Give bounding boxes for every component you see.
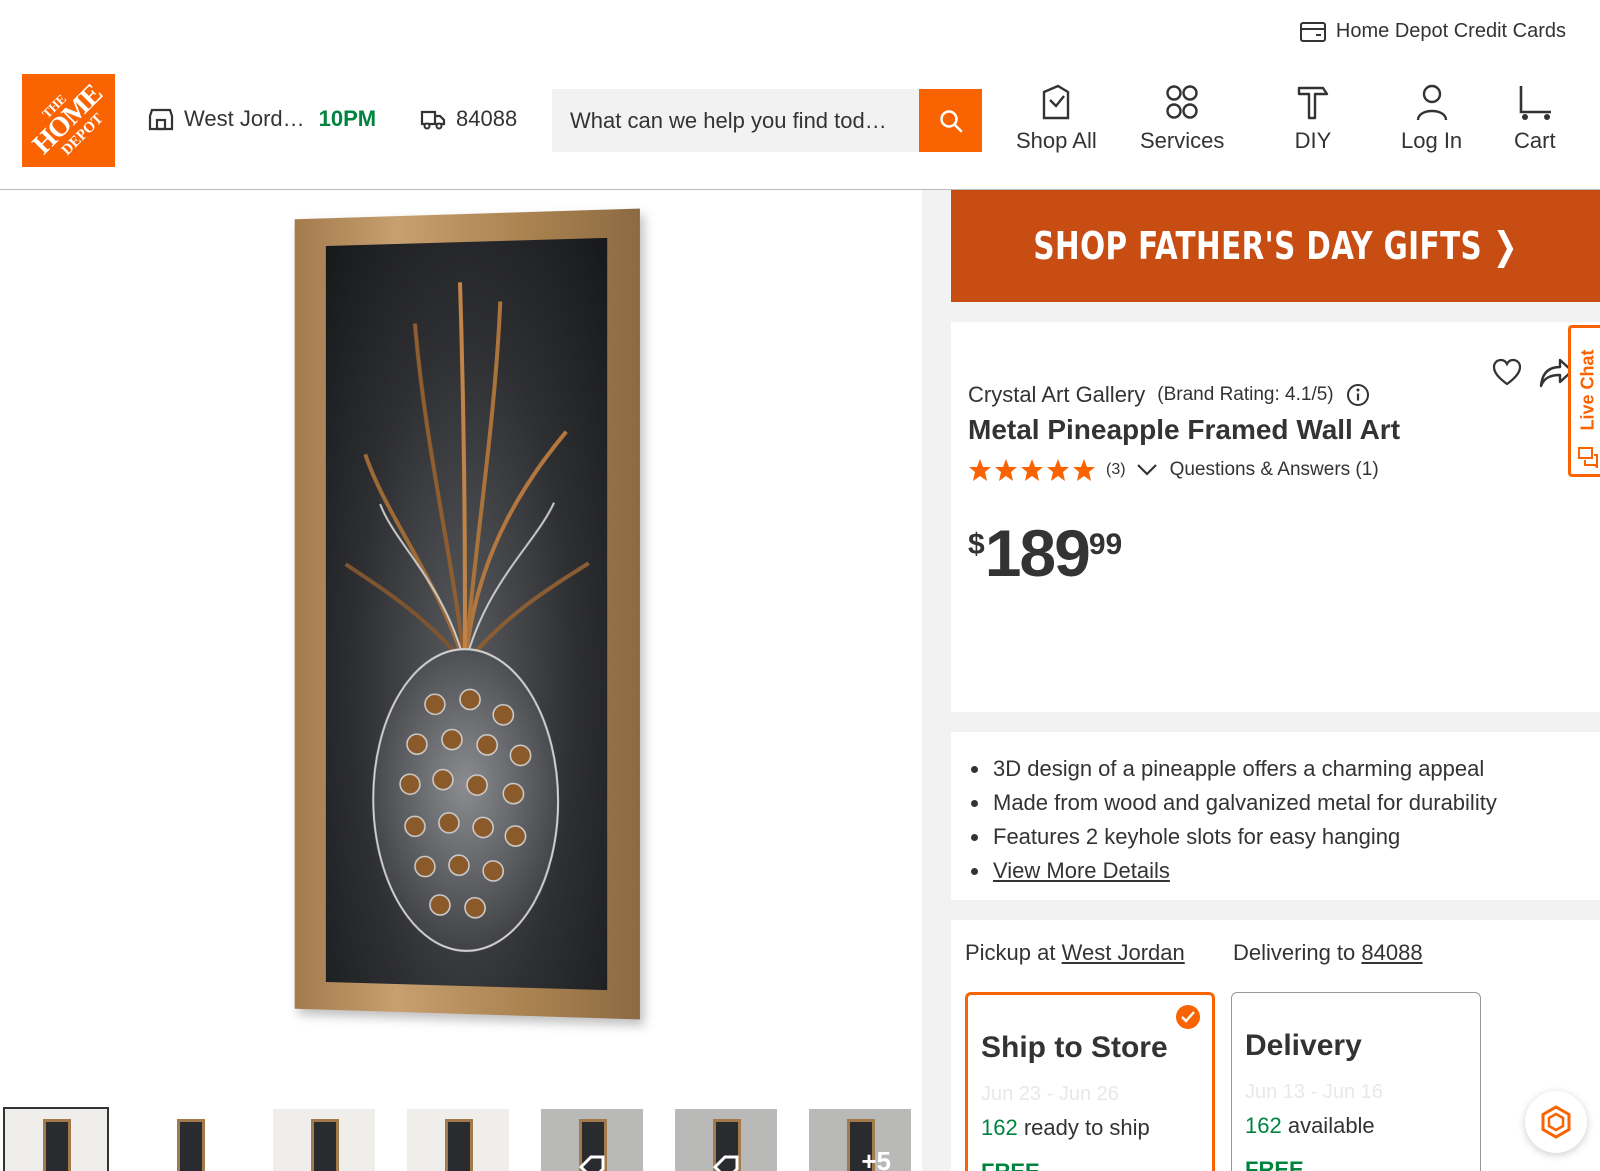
- diy-icon: [1297, 86, 1329, 120]
- search-icon: [939, 109, 962, 132]
- pickup-store-link[interactable]: West Jordan: [1062, 940, 1185, 965]
- questions-answers-link[interactable]: Questions & Answers (1): [1136, 459, 1379, 481]
- price-dollars: 189: [984, 516, 1091, 590]
- delivery-zip-selector[interactable]: 84088: [420, 106, 517, 132]
- thumbnail[interactable]: [675, 1109, 777, 1171]
- delivery-heading: Delivering to 84088: [1233, 940, 1423, 965]
- thumbnail-strip: +5: [3, 1107, 911, 1171]
- price-currency: $: [968, 528, 985, 561]
- brand-name[interactable]: Crystal Art Gallery: [968, 382, 1145, 408]
- star-rating[interactable]: [968, 458, 1096, 482]
- highlight-item: Features 2 keyhole slots for easy hangin…: [991, 820, 1600, 854]
- live-chat-tab[interactable]: Live Chat: [1568, 325, 1600, 477]
- services-icon: [1166, 85, 1198, 119]
- brand-rating: (Brand Rating: 4.1/5): [1157, 384, 1334, 405]
- info-icon[interactable]: [1346, 383, 1370, 407]
- wood-frame: [294, 208, 640, 1020]
- product-media: +5: [0, 190, 922, 1171]
- home-depot-logo[interactable]: THE HOME DEPOT: [22, 74, 115, 167]
- thumbnail[interactable]: [407, 1109, 509, 1171]
- thumbnail[interactable]: [139, 1109, 241, 1171]
- option-availability: 162 available: [1245, 1113, 1375, 1138]
- star-icon: [1021, 459, 1043, 481]
- search-button[interactable]: [919, 89, 982, 152]
- product-highlights: 3D design of a pineapple offers a charmi…: [951, 732, 1600, 900]
- zip-code: 84088: [456, 106, 518, 131]
- nav-diy[interactable]: DIY: [1293, 82, 1333, 154]
- store-name: West Jord…: [184, 106, 305, 131]
- price: $ 189 99: [968, 520, 1122, 586]
- truck-icon: [420, 110, 446, 130]
- highlight-item: 3D design of a pineapple offers a charmi…: [991, 752, 1600, 786]
- store-icon: [148, 108, 174, 131]
- pickup-heading: Pickup at West Jordan: [965, 940, 1185, 965]
- chat-bubble-icon: [1578, 447, 1598, 468]
- product-image[interactable]: [292, 208, 640, 1020]
- option-availability: 162 ready to ship: [981, 1115, 1150, 1140]
- nav-diy-label: DIY: [1294, 128, 1332, 153]
- star-icon: [1073, 459, 1095, 481]
- store-hours: 10PM: [318, 106, 377, 131]
- check-icon: [1176, 1005, 1200, 1029]
- brand-row: Crystal Art Gallery (Brand Rating: 4.1/5…: [968, 382, 1370, 408]
- nav-services-label: Services: [1140, 128, 1225, 153]
- nav-cart[interactable]: Cart: [1514, 82, 1556, 154]
- hexagon-icon: [1541, 1105, 1571, 1139]
- questions-answers-label: Questions & Answers (1): [1169, 459, 1379, 480]
- shop-all-icon: [1043, 84, 1070, 120]
- thumbnail[interactable]: [273, 1109, 375, 1171]
- credit-card-icon: [1299, 21, 1326, 42]
- nav-cart-label: Cart: [1514, 128, 1556, 153]
- heart-icon[interactable]: [1492, 358, 1522, 388]
- product-info-card: Crystal Art Gallery (Brand Rating: 4.1/5…: [951, 322, 1600, 712]
- ship-to-store-option[interactable]: Ship to Store Jun 23 - Jun 26 162 ready …: [965, 992, 1215, 1171]
- option-date: Jun 13 - Jun 16: [1245, 1081, 1383, 1103]
- nav-services[interactable]: Services: [1140, 82, 1224, 154]
- pineapple-artwork: [325, 237, 608, 991]
- site-header: THE HOME DEPOT West Jord… 10PM 84088 Sho…: [0, 72, 1600, 190]
- search-input[interactable]: [552, 89, 919, 152]
- review-count: (3): [1106, 461, 1126, 478]
- highlight-item: Made from wood and galvanized metal for …: [991, 786, 1600, 820]
- nav-shop-all[interactable]: Shop All: [1016, 82, 1097, 154]
- thumbnail[interactable]: [3, 1107, 109, 1171]
- cart-icon: [1519, 86, 1551, 120]
- help-assistant-button[interactable]: [1525, 1091, 1587, 1153]
- star-icon: [995, 459, 1017, 481]
- tag-icon: [712, 1155, 739, 1171]
- delivery-zip-link[interactable]: 84088: [1361, 940, 1422, 965]
- live-chat-label: Live Chat: [1577, 349, 1597, 431]
- tag-icon: [578, 1155, 605, 1171]
- product-details-column: SHOP FATHER'S DAY GIFTS ❯ Crystal Art Ga…: [922, 190, 1600, 1171]
- user-icon: [1416, 84, 1447, 121]
- credit-cards-label: Home Depot Credit Cards: [1335, 20, 1566, 42]
- store-selector[interactable]: West Jord… 10PM: [148, 106, 376, 132]
- option-title: Ship to Store: [981, 1031, 1168, 1064]
- option-price: FREE: [981, 1159, 1040, 1171]
- product-title: Metal Pineapple Framed Wall Art: [968, 414, 1401, 445]
- price-cents: 99: [1088, 528, 1123, 561]
- star-icon: [969, 459, 991, 481]
- fathers-day-banner[interactable]: SHOP FATHER'S DAY GIFTS ❯: [951, 190, 1600, 302]
- more-images-count: +5: [861, 1146, 891, 1171]
- star-icon: [1047, 459, 1069, 481]
- rating-row: (3) Questions & Answers (1): [968, 458, 1379, 482]
- view-more-details-link[interactable]: View More Details: [993, 858, 1170, 883]
- thumbnail[interactable]: [541, 1109, 643, 1171]
- option-title: Delivery: [1245, 1029, 1362, 1062]
- nav-shop-all-label: Shop All: [1016, 128, 1097, 153]
- option-date: Jun 23 - Jun 26: [981, 1083, 1119, 1105]
- search-bar: [552, 89, 982, 152]
- nav-log-in-label: Log In: [1401, 128, 1463, 153]
- thumbnail-more[interactable]: +5: [809, 1109, 911, 1171]
- fulfillment-card: Pickup at West Jordan Delivering to 8408…: [951, 920, 1600, 1171]
- option-price: FREE: [1245, 1157, 1304, 1171]
- credit-cards-link[interactable]: Home Depot Credit Cards: [1299, 20, 1566, 43]
- chevron-down-icon: [1136, 464, 1157, 476]
- promo-text: SHOP FATHER'S DAY GIFTS ❯: [1033, 224, 1518, 268]
- delivery-option[interactable]: Delivery Jun 13 - Jun 16 162 available F…: [1231, 992, 1481, 1171]
- nav-log-in[interactable]: Log In: [1401, 82, 1462, 154]
